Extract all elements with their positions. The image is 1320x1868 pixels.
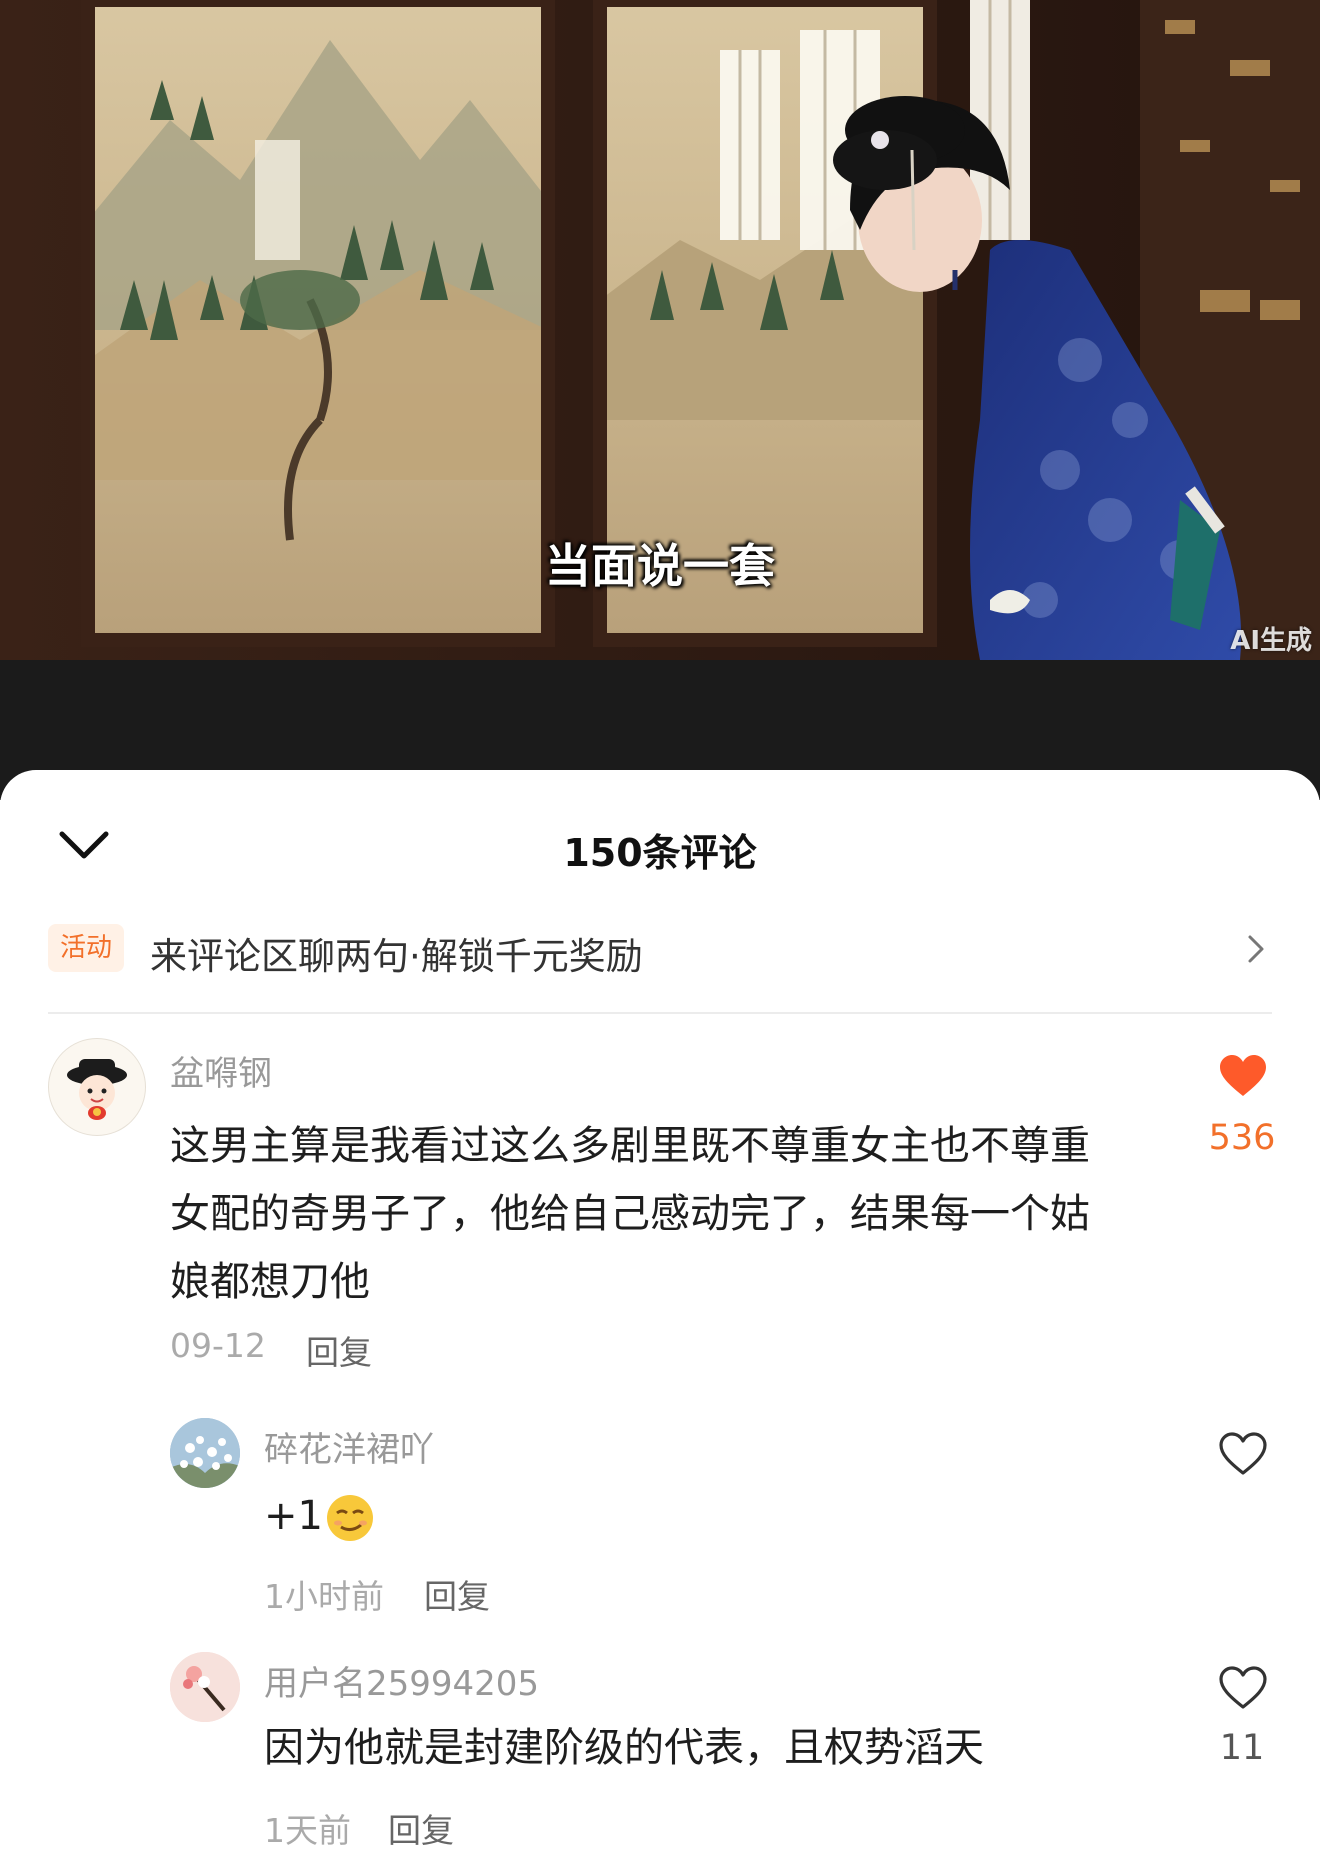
ai-generated-badge: AI生成 (1230, 626, 1312, 656)
activity-tag: 活动 (48, 924, 124, 972)
comments-sheet: 150条评论 活动 来评论区聊两句·解锁千元奖励 盆嘚钢 这男主算是我看过这么多… (0, 770, 1320, 1868)
video-subtitle: 当面说一套 (545, 539, 775, 593)
reply-text: +1 (264, 1482, 375, 1550)
comments-count-title: 150条评论 (563, 831, 757, 875)
heart-outline-icon[interactable] (1218, 1432, 1268, 1476)
comment-username[interactable]: 盆嘚钢 (170, 1046, 272, 1095)
activity-text: 来评论区聊两句·解锁千元奖励 (150, 935, 643, 978)
reply-text-content: +1 (264, 1493, 323, 1539)
comments-header: 150条评论 (0, 770, 1320, 920)
reply-button[interactable]: 回复 (424, 1570, 490, 1618)
smirk-emoji-icon (326, 1495, 373, 1541)
cartoon-avatar-image (67, 1059, 127, 1120)
like-count: 11 (1219, 1728, 1265, 1768)
heart-filled-icon[interactable] (1218, 1054, 1268, 1098)
video-player[interactable]: 当面说一套 AI生成 (0, 0, 1320, 660)
reply-button[interactable]: 回复 (388, 1804, 454, 1852)
reply-text: 因为他就是封建阶级的代表，且权势滔天 (264, 1725, 984, 1771)
reply-button[interactable]: 回复 (306, 1326, 372, 1374)
divider (48, 1012, 1272, 1014)
like-count: 536 (1208, 1118, 1276, 1158)
flower-avatar-image (170, 1418, 240, 1488)
reply-username[interactable]: 碎花洋裙吖 (264, 1422, 434, 1471)
hairpin-avatar-image (170, 1652, 240, 1722)
comment-text: 这男主算是我看过这么多剧里既不尊重女主也不尊重 女配的奇男子了，他给自己感动完了… (170, 1112, 1170, 1316)
comment-timestamp: 09-12 (170, 1326, 266, 1365)
reply-timestamp: 1小时前 (264, 1577, 384, 1616)
comment-text-line: 女配的奇男子了，他给自己感动完了，结果每一个姑 (170, 1191, 1090, 1237)
reply-timestamp: 1天前 (264, 1811, 351, 1850)
reply-username[interactable]: 用户名25994205 (264, 1656, 539, 1705)
comment-text-line: 这男主算是我看过这么多剧里既不尊重女主也不尊重 (170, 1123, 1090, 1169)
comment-text-line: 娘都想刀他 (170, 1259, 370, 1305)
avatar[interactable] (170, 1652, 240, 1722)
heart-outline-icon[interactable] (1218, 1666, 1268, 1710)
avatar[interactable] (170, 1418, 240, 1488)
avatar[interactable] (48, 1038, 146, 1136)
chevron-right-icon (1248, 935, 1264, 963)
activity-banner[interactable]: 活动 来评论区聊两句·解锁千元奖励 (48, 922, 1272, 978)
